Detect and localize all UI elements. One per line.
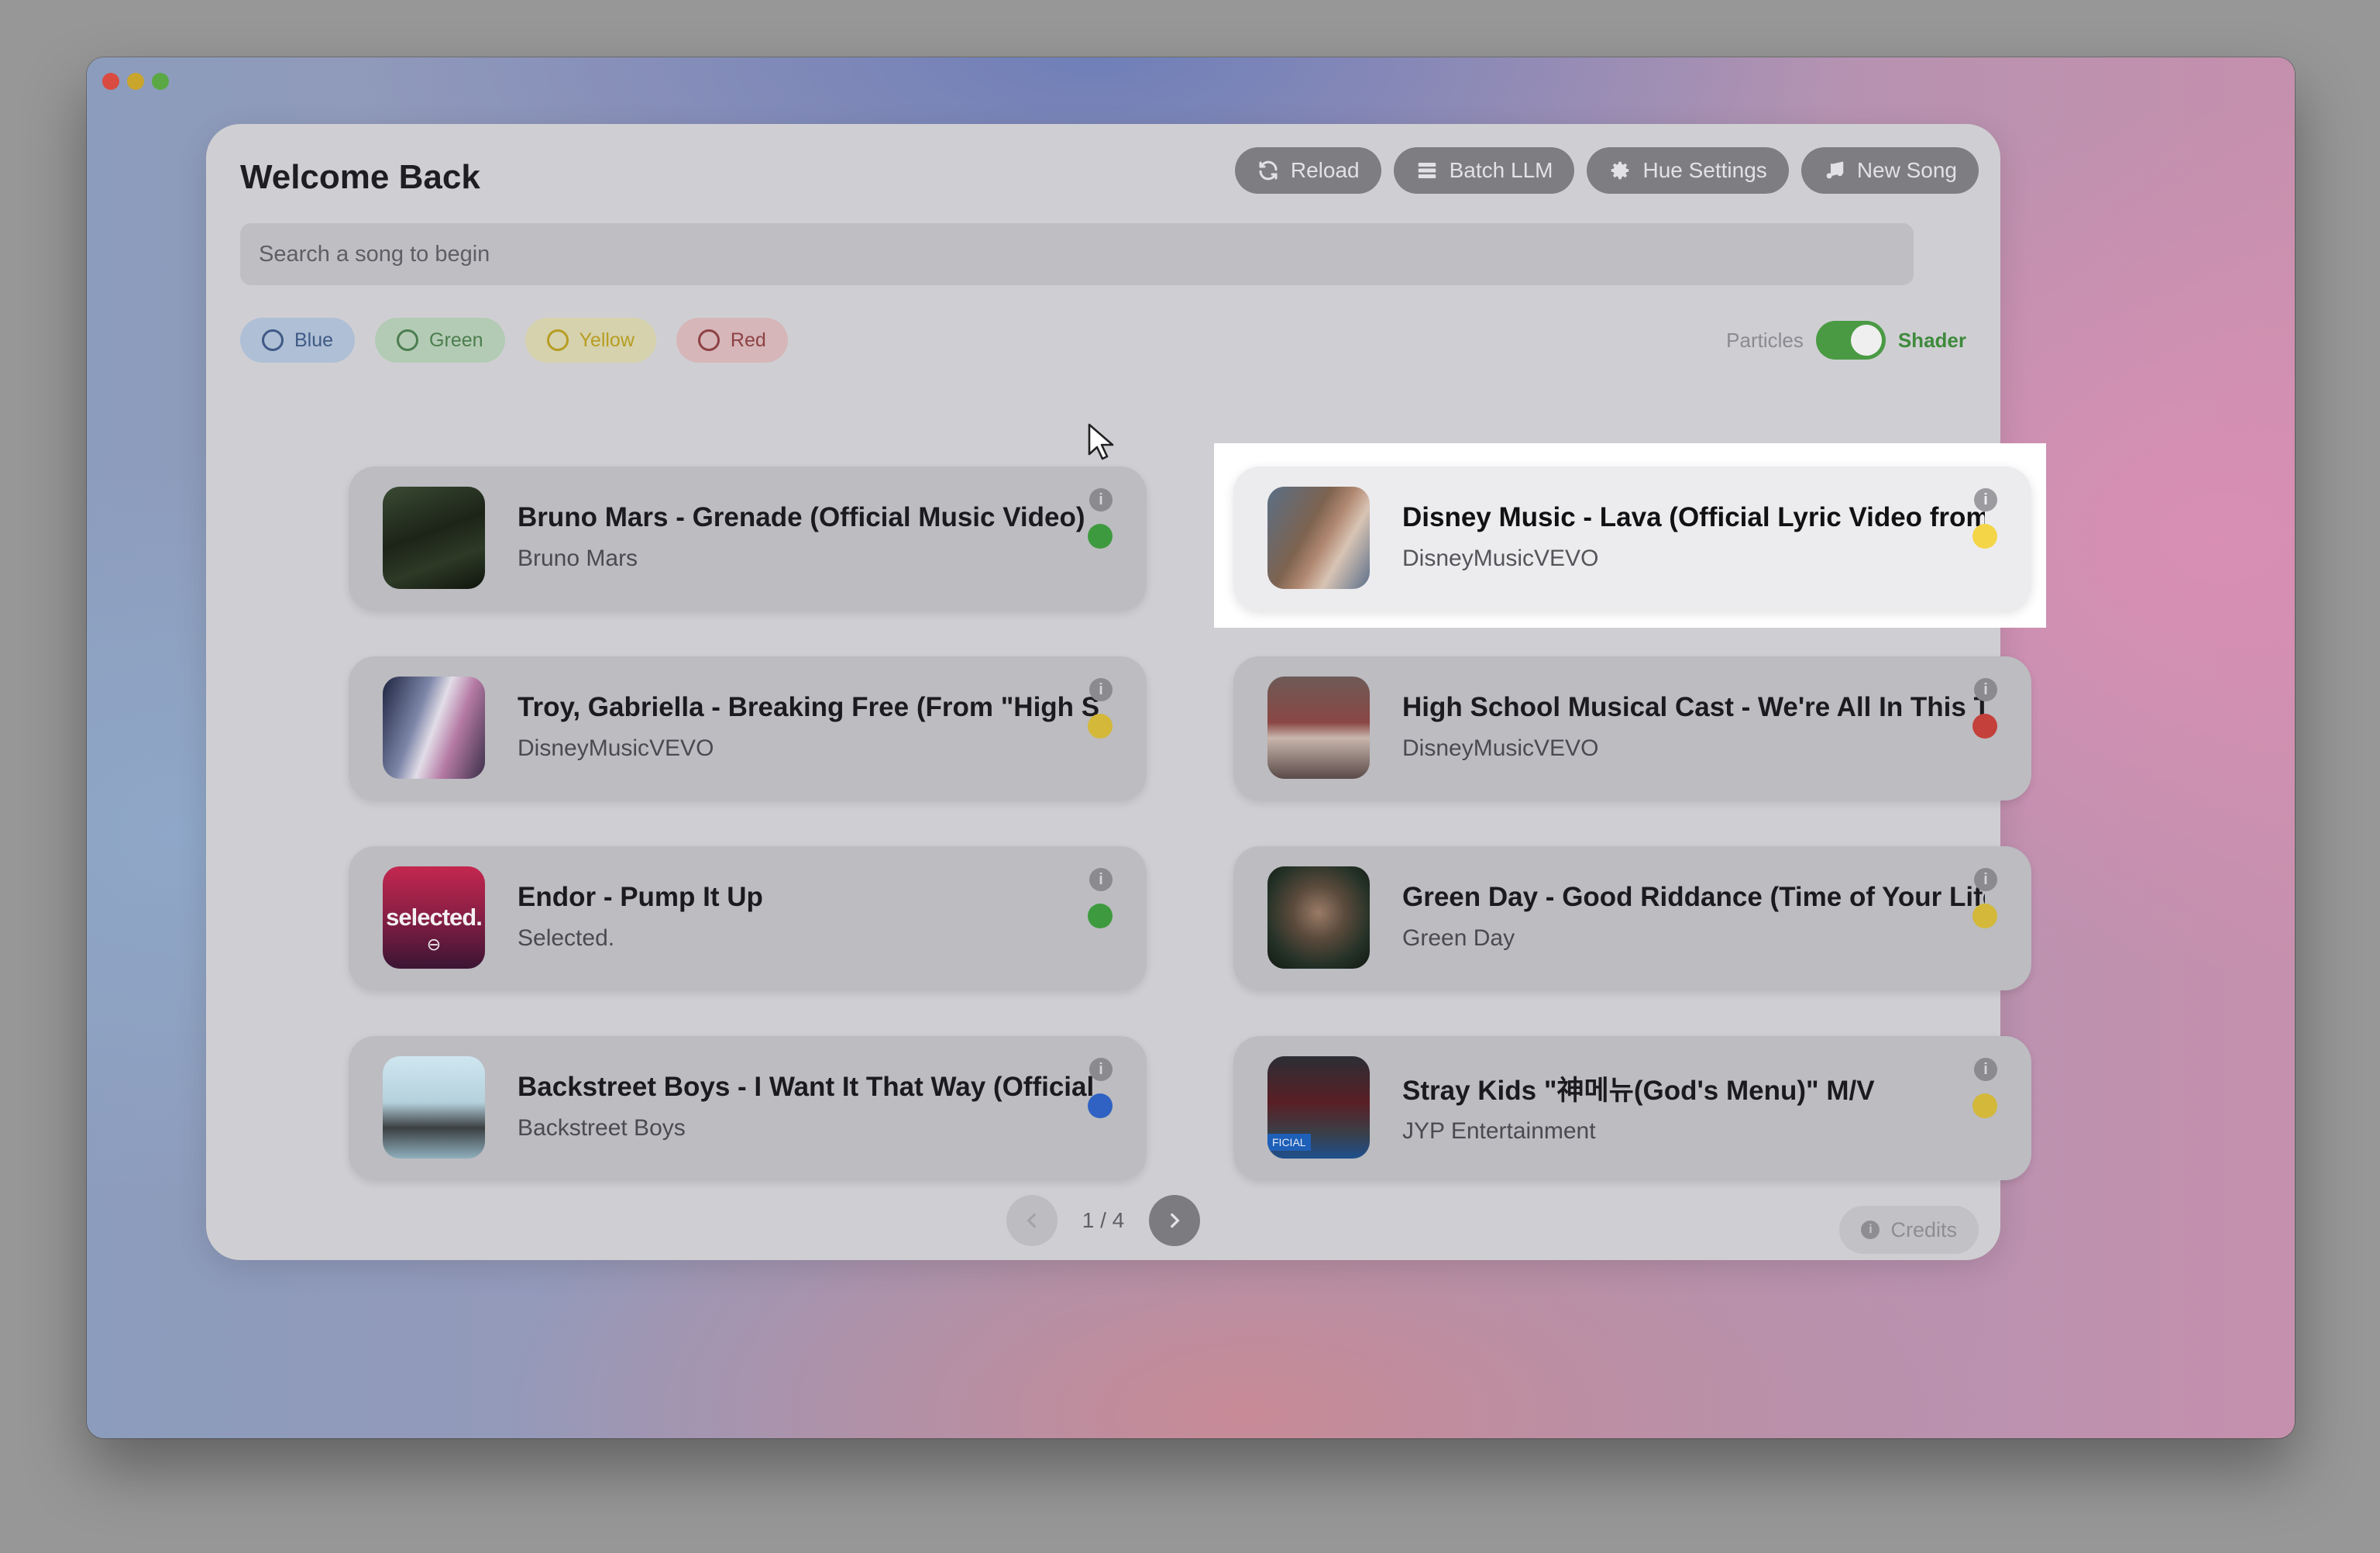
new-song-button[interactable]: New Song <box>1800 147 1979 194</box>
song-title: Green Day - Good Riddance (Time of Your … <box>1402 882 1985 912</box>
song-artist: Backstreet Boys <box>518 1115 686 1141</box>
thumbnail-logo-text: selected. <box>386 904 483 931</box>
mood-dot <box>1088 714 1113 739</box>
song-card[interactable]: High School Musical Cast - We're All In … <box>1233 656 2031 801</box>
filter-chip-yellow[interactable]: Yellow <box>524 318 656 363</box>
mood-dot <box>1972 524 1997 549</box>
search-input[interactable] <box>240 223 1914 285</box>
song-card[interactable]: Bruno Mars - Grenade (Official Music Vid… <box>349 467 1147 611</box>
filter-chip-blue[interactable]: Blue <box>240 318 356 363</box>
render-mode-toggle[interactable] <box>1815 321 1886 360</box>
song-card[interactable]: FICIAL Stray Kids "神메뉴(God's Menu)" M/V … <box>1233 1036 2031 1180</box>
minimize-window-button[interactable] <box>127 73 144 90</box>
info-icon[interactable]: i <box>1974 1058 1997 1081</box>
window-controls <box>102 73 169 90</box>
song-title: Disney Music - Lava (Official Lyric Vide… <box>1402 502 1985 532</box>
song-card-selected[interactable]: Disney Music - Lava (Official Lyric Vide… <box>1233 467 2031 611</box>
song-title: Backstreet Boys - I Want It That Way (Of… <box>518 1072 1100 1102</box>
song-card[interactable]: Troy, Gabriella - Breaking Free (From "H… <box>349 656 1147 801</box>
mood-filters: Blue Green Yellow Red <box>240 318 788 363</box>
mouse-cursor-icon <box>1088 423 1114 460</box>
radio-ring-icon <box>397 329 419 351</box>
logo-symbol-icon: ⊖ <box>426 935 442 954</box>
radio-ring-icon <box>697 329 720 351</box>
song-artist: DisneyMusicVEVO <box>1402 735 1599 761</box>
song-artist: DisneyMusicVEVO <box>1402 546 1599 571</box>
filter-chip-red[interactable]: Red <box>676 318 788 363</box>
song-thumbnail: selected. ⊖ <box>383 866 485 969</box>
song-title: Bruno Mars - Grenade (Official Music Vid… <box>518 502 1085 532</box>
song-thumbnail <box>383 487 485 589</box>
song-thumbnail: FICIAL <box>1267 1056 1370 1159</box>
credits-button[interactable]: i Credits <box>1839 1206 1979 1254</box>
radio-ring-icon <box>546 329 569 351</box>
filter-label: Green <box>429 329 483 351</box>
gear-icon <box>1608 159 1632 182</box>
chevron-left-icon <box>1027 1213 1036 1228</box>
mood-dot <box>1972 714 1997 739</box>
song-title: Endor - Pump It Up <box>518 882 763 912</box>
thumbnail-badge: FICIAL <box>1267 1134 1311 1151</box>
song-card[interactable]: Backstreet Boys - I Want It That Way (Of… <box>349 1036 1147 1180</box>
info-icon[interactable]: i <box>1089 1058 1113 1081</box>
song-title: Troy, Gabriella - Breaking Free (From "H… <box>518 692 1100 722</box>
mood-dot <box>1972 1093 1997 1118</box>
info-icon[interactable]: i <box>1974 678 1997 701</box>
song-artist: Selected. <box>518 925 615 951</box>
new-song-label: New Song <box>1856 158 1957 182</box>
stack-icon <box>1415 159 1439 182</box>
filter-label: Red <box>730 329 766 351</box>
song-title: High School Musical Cast - We're All In … <box>1402 692 1985 722</box>
refresh-icon <box>1257 159 1280 182</box>
mood-dot <box>1088 904 1113 928</box>
hue-settings-label: Hue Settings <box>1642 158 1767 182</box>
pagination: 1 / 4 <box>206 1195 2000 1246</box>
chevron-right-icon <box>1171 1213 1180 1228</box>
info-icon[interactable]: i <box>1089 868 1113 891</box>
close-window-button[interactable] <box>102 73 119 90</box>
radio-ring-icon <box>262 329 284 351</box>
hue-settings-button[interactable]: Hue Settings <box>1587 147 1789 194</box>
info-icon[interactable]: i <box>1089 678 1113 701</box>
zoom-window-button[interactable] <box>152 73 169 90</box>
song-title: Stray Kids "神메뉴(God's Menu)" M/V <box>1402 1076 1875 1106</box>
batch-llm-label: Batch LLM <box>1449 158 1553 182</box>
song-thumbnail <box>383 1056 485 1159</box>
song-thumbnail <box>383 677 485 779</box>
toggle-knob <box>1850 325 1882 356</box>
filter-label: Yellow <box>579 329 635 351</box>
page-indicator: 1 / 4 <box>1082 1208 1125 1232</box>
music-note-icon <box>1823 159 1846 182</box>
credits-label: Credits <box>1890 1217 1957 1241</box>
toolbar: Reload Batch LLM Hue Settings New Song <box>1234 147 1979 194</box>
reload-label: Reload <box>1290 158 1360 182</box>
shader-label: Shader <box>1897 328 1966 352</box>
song-artist: JYP Entertainment <box>1402 1118 1596 1144</box>
prev-page-button[interactable] <box>1006 1195 1058 1246</box>
filter-label: Blue <box>294 329 334 351</box>
mood-dot <box>1972 904 1997 928</box>
filter-chip-green[interactable]: Green <box>375 318 505 363</box>
song-card[interactable]: Green Day - Good Riddance (Time of Your … <box>1233 846 2031 990</box>
song-artist: DisneyMusicVEVO <box>518 735 714 761</box>
song-artist: Bruno Mars <box>518 546 638 571</box>
song-card[interactable]: selected. ⊖ Endor - Pump It Up Selected.… <box>349 846 1147 990</box>
info-icon[interactable]: i <box>1974 868 1997 891</box>
info-icon[interactable]: i <box>1974 488 1997 511</box>
info-icon[interactable]: i <box>1089 488 1113 511</box>
info-icon: i <box>1861 1221 1880 1239</box>
particles-label: Particles <box>1726 328 1804 352</box>
render-mode-switch: Particles Shader <box>1726 318 1966 363</box>
song-thumbnail <box>1267 677 1370 779</box>
batch-llm-button[interactable]: Batch LLM <box>1393 147 1575 194</box>
mood-dot <box>1088 524 1113 549</box>
next-page-button[interactable] <box>1149 1195 1201 1246</box>
reload-button[interactable]: Reload <box>1234 147 1381 194</box>
mood-dot <box>1088 1093 1113 1118</box>
song-thumbnail <box>1267 487 1370 589</box>
page-title: Welcome Back <box>240 158 480 196</box>
song-thumbnail <box>1267 866 1370 969</box>
song-artist: Green Day <box>1402 925 1515 951</box>
